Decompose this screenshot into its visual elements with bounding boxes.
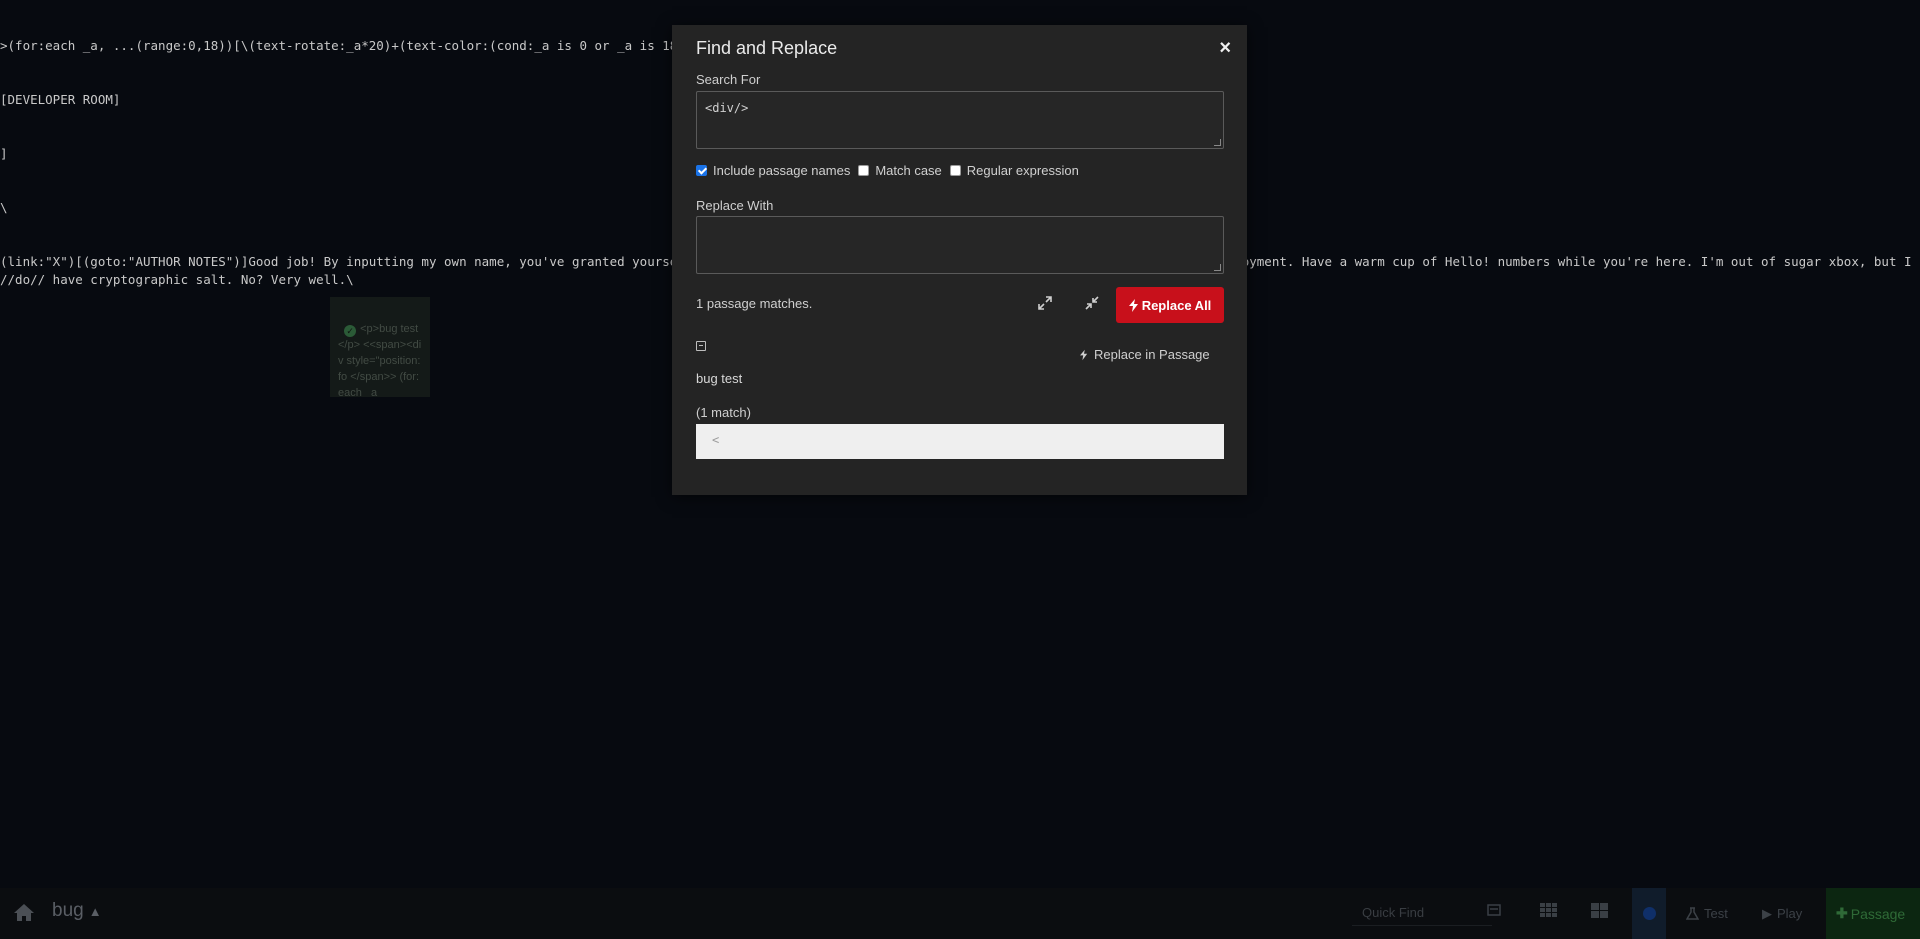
result-passage-name[interactable]: bug test (696, 371, 742, 386)
dot-icon (1642, 907, 1656, 920)
collapse-all-icon[interactable] (1078, 289, 1106, 317)
include-passage-names-checkbox[interactable] (696, 165, 707, 176)
new-passage-button[interactable]: ✚ Passage (1826, 888, 1920, 939)
result-match-count: (1 match) (696, 405, 751, 420)
zoom-dot-button[interactable] (1632, 888, 1666, 939)
test-button[interactable]: Test (1676, 888, 1738, 939)
grid-small-icon[interactable] (1591, 903, 1608, 921)
replace-in-passage-label: Replace in Passage (1094, 347, 1210, 362)
dialog-title: Find and Replace (696, 38, 838, 58)
matches-summary: 1 passage matches. (696, 296, 813, 311)
match-case-option[interactable]: Match case (858, 163, 942, 178)
regular-expression-checkbox[interactable] (949, 165, 961, 176)
home-icon[interactable] (13, 903, 35, 927)
replace-input[interactable] (696, 216, 1224, 274)
passage-card[interactable]: ✓ <p>bug test</p> <<span><div style="posi… (330, 297, 430, 397)
story-menu[interactable]: bug ▲ (52, 900, 102, 922)
close-icon[interactable]: × (1219, 37, 1231, 60)
story-toolbar: bug ▲ Quick Find Test ▶ Play ✚ Passage (0, 888, 1920, 939)
result-match-preview: < (696, 424, 1224, 459)
quick-find-input[interactable]: Quick Find (1352, 902, 1492, 926)
search-input[interactable]: <div/> (696, 91, 1224, 149)
story-name: bug (52, 900, 84, 921)
replace-all-button[interactable]: Replace All (1116, 287, 1224, 323)
expand-all-icon[interactable] (1031, 289, 1059, 317)
regular-expression-label: Regular expression (966, 163, 1079, 178)
find-replace-dialog: Find and Replace × Search For <div/> Inc… (672, 25, 1247, 495)
test-label: Test (1704, 906, 1728, 921)
search-options: Include passage names Match case Regular… (696, 163, 1087, 178)
collapse-result-icon[interactable] (696, 341, 706, 351)
passage-label: Passage (1850, 905, 1906, 922)
plus-icon: ✚ (1836, 905, 1848, 921)
find-replace-icon[interactable] (1487, 903, 1501, 920)
play-icon: ▶ (1762, 905, 1772, 921)
check-icon: ✓ (344, 325, 357, 337)
match-case-checkbox[interactable] (858, 165, 870, 176)
caret-up-icon: ▲ (88, 903, 102, 919)
regular-expression-option[interactable]: Regular expression (949, 163, 1079, 178)
grid-large-icon[interactable] (1540, 903, 1558, 921)
include-passage-names-option[interactable]: Include passage names (696, 163, 850, 178)
replace-in-passage-button[interactable]: Replace in Passage (1080, 347, 1210, 362)
include-passage-names-label: Include passage names (713, 163, 851, 178)
play-label: Play (1777, 906, 1803, 921)
replace-all-label: Replace All (1141, 297, 1212, 313)
replace-label: Replace With (696, 198, 774, 213)
match-case-label: Match case (875, 163, 942, 178)
play-button[interactable]: ▶ Play (1752, 888, 1812, 939)
search-label: Search For (696, 72, 761, 87)
